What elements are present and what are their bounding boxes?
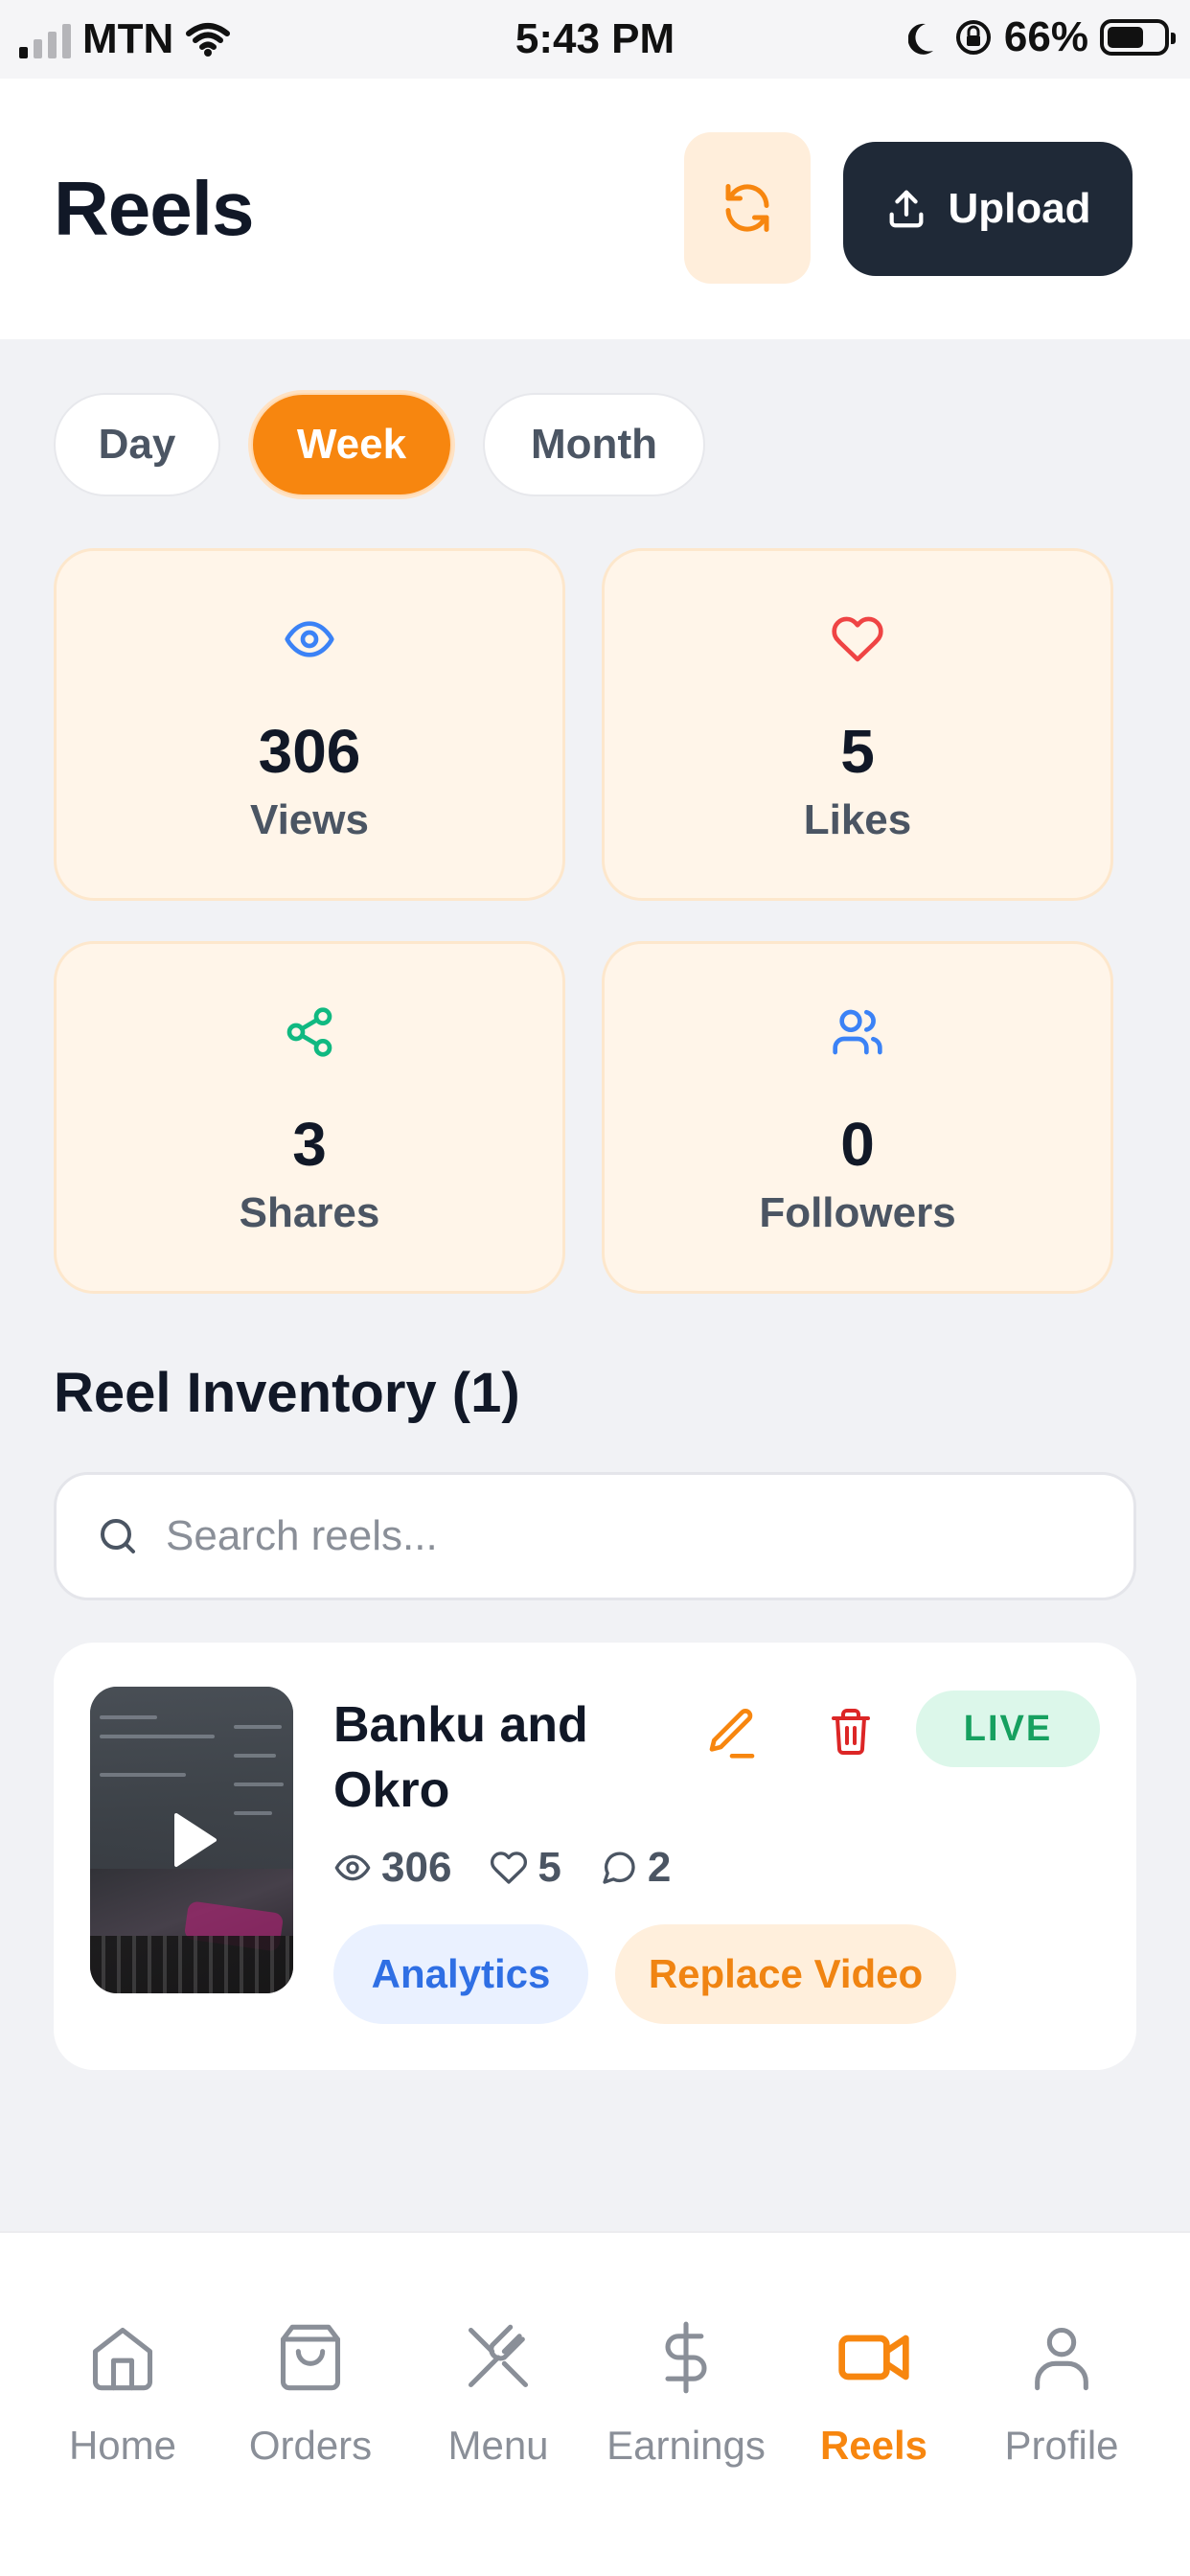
replace-video-button[interactable]: Replace Video (615, 1924, 956, 2024)
nav-item-earnings[interactable]: Earnings (592, 2310, 780, 2469)
nav-item-menu[interactable]: Menu (404, 2310, 592, 2469)
reel-card: Banku and Okro LIVE 306 5 2 Analytics Re… (54, 1643, 1136, 2070)
views-count: 306 (258, 717, 361, 786)
tab-day[interactable]: Day (54, 393, 220, 496)
bottom-nav: Home Orders Menu Earnings Reels Profile (0, 2231, 1190, 2576)
reel-views: 306 (333, 1844, 451, 1892)
analytics-button[interactable]: Analytics (333, 1924, 588, 2024)
nav-label-earnings: Earnings (606, 2423, 766, 2468)
tab-month[interactable]: Month (483, 393, 705, 496)
upload-icon (889, 190, 924, 228)
reel-thumbnail[interactable] (90, 1687, 293, 1993)
search-input[interactable] (166, 1512, 1028, 1560)
stat-card-shares: 3 Shares (54, 941, 565, 1294)
refresh-button[interactable] (684, 132, 811, 284)
nav-label-menu: Menu (447, 2423, 549, 2468)
utensils-icon (468, 2324, 529, 2388)
reel-comments-count: 2 (647, 1844, 672, 1891)
search-bar (54, 1472, 1136, 1600)
nav-item-orders[interactable]: Orders (217, 2310, 404, 2469)
followers-label: Followers (759, 1189, 956, 1236)
share-icon (286, 1007, 332, 1057)
status-right: 66% (907, 13, 1176, 61)
nav-item-home[interactable]: Home (29, 2310, 217, 2469)
inventory-title: Reel Inventory (1) (54, 1362, 520, 1424)
reel-title: Banku and Okro (333, 1697, 588, 1818)
home-icon (92, 2327, 153, 2391)
tab-week[interactable]: Week (251, 393, 452, 496)
header: Reels Upload (0, 79, 1190, 339)
user-icon (1035, 2327, 1088, 2391)
trash-icon[interactable] (828, 1704, 874, 1760)
status-badge: LIVE (916, 1690, 1100, 1767)
shares-count: 3 (292, 1110, 327, 1179)
orientation-lock-icon (955, 20, 991, 55)
stat-card-views: 306 Views (54, 548, 565, 901)
page-title: Reels (54, 166, 254, 251)
battery-percent: 66% (1003, 13, 1088, 60)
video-icon (838, 2334, 909, 2380)
play-icon (174, 1813, 217, 1867)
nav-label-home: Home (68, 2423, 177, 2468)
followers-count: 0 (840, 1110, 875, 1179)
reel-metrics: 306 5 2 (333, 1844, 709, 1892)
eye-icon (285, 621, 334, 657)
comment-icon (603, 1852, 635, 1884)
stat-card-likes: 5 Likes (602, 548, 1113, 901)
likes-count: 5 (840, 717, 875, 786)
users-icon (833, 1009, 882, 1055)
heart-icon (491, 1852, 528, 1884)
reel-likes: 5 (490, 1844, 561, 1892)
nav-label-orders: Orders (248, 2423, 373, 2468)
eye-icon (334, 1854, 371, 1881)
moon-icon (907, 23, 933, 55)
upload-button[interactable]: Upload (843, 142, 1133, 276)
edit-icon[interactable] (705, 1704, 759, 1763)
nav-item-reels[interactable]: Reels (780, 2310, 968, 2469)
stat-card-followers: 0 Followers (602, 941, 1113, 1294)
upload-label: Upload (948, 185, 1091, 232)
status-bar: MTN 5:43 PM 66% (0, 0, 1190, 79)
period-tabs: Day Week Month (54, 393, 705, 496)
nav-label-reels: Reels (819, 2423, 928, 2468)
heart-icon (832, 616, 883, 662)
likes-label: Likes (803, 796, 912, 843)
views-label: Views (250, 796, 369, 843)
shares-label: Shares (239, 1189, 380, 1236)
nav-item-profile[interactable]: Profile (968, 2310, 1156, 2469)
nav-label-profile: Profile (1004, 2423, 1119, 2468)
reel-views-count: 306 (381, 1844, 452, 1891)
reel-likes-count: 5 (538, 1844, 561, 1891)
shopping-bag-icon (280, 2324, 341, 2391)
dollar-icon (665, 2321, 707, 2394)
search-icon (101, 1519, 135, 1553)
battery-icon (1100, 19, 1176, 56)
reel-comments: 2 (600, 1844, 671, 1892)
refresh-icon (725, 184, 769, 232)
